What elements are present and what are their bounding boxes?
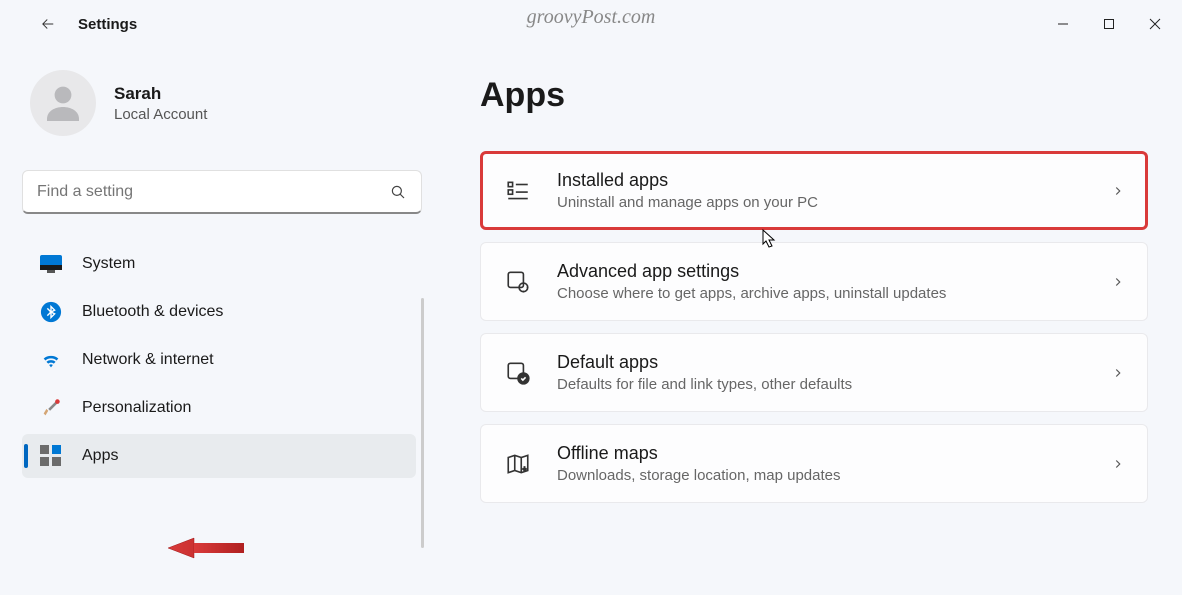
user-subtitle: Local Account — [114, 106, 207, 123]
minimize-icon — [1057, 18, 1069, 30]
back-button[interactable] — [28, 4, 68, 44]
sidebar-item-label: Bluetooth & devices — [82, 303, 223, 321]
sidebar-scrollbar[interactable] — [421, 298, 424, 548]
chevron-right-icon — [1111, 275, 1125, 289]
card-subtitle: Downloads, storage location, map updates — [557, 467, 1087, 484]
offline-maps-icon — [503, 449, 533, 479]
sidebar-item-bluetooth[interactable]: Bluetooth & devices — [22, 290, 416, 334]
watermark-text: groovyPost.com — [527, 6, 656, 29]
chevron-right-icon — [1111, 457, 1125, 471]
sidebar: Sarah Local Account System Bluetooth & d… — [0, 48, 430, 595]
advanced-settings-icon — [503, 267, 533, 297]
sidebar-item-apps[interactable]: Apps — [22, 434, 416, 478]
wifi-icon — [40, 349, 62, 371]
maximize-button[interactable] — [1086, 4, 1132, 44]
person-icon — [39, 79, 87, 127]
arrow-left-icon — [39, 15, 57, 33]
minimize-button[interactable] — [1040, 4, 1086, 44]
sidebar-item-system[interactable]: System — [22, 242, 416, 286]
apps-icon — [40, 445, 62, 467]
nav-list: System Bluetooth & devices Network & int… — [22, 242, 430, 478]
chevron-right-icon — [1111, 184, 1125, 198]
sidebar-item-label: Network & internet — [82, 351, 214, 369]
card-title: Offline maps — [557, 443, 1087, 464]
chevron-right-icon — [1111, 366, 1125, 380]
main-content: Apps Installed apps Uninstall and manage… — [430, 48, 1182, 595]
card-advanced-app-settings[interactable]: Advanced app settings Choose where to ge… — [480, 242, 1148, 321]
card-installed-apps[interactable]: Installed apps Uninstall and manage apps… — [480, 151, 1148, 230]
sidebar-item-label: Personalization — [82, 399, 191, 417]
maximize-icon — [1103, 18, 1115, 30]
card-default-apps[interactable]: Default apps Defaults for file and link … — [480, 333, 1148, 412]
system-icon — [40, 253, 62, 275]
search-box[interactable] — [22, 170, 422, 214]
sidebar-item-label: System — [82, 255, 135, 273]
sidebar-item-label: Apps — [82, 447, 118, 465]
bluetooth-icon — [40, 301, 62, 323]
default-apps-icon — [503, 358, 533, 388]
close-button[interactable] — [1132, 4, 1178, 44]
card-subtitle: Uninstall and manage apps on your PC — [557, 194, 1087, 211]
sidebar-item-personalization[interactable]: Personalization — [22, 386, 416, 430]
avatar — [30, 70, 96, 136]
user-account-block[interactable]: Sarah Local Account — [22, 58, 430, 156]
card-title: Advanced app settings — [557, 261, 1087, 282]
search-icon — [389, 183, 407, 201]
card-subtitle: Defaults for file and link types, other … — [557, 376, 1087, 393]
user-name: Sarah — [114, 84, 207, 104]
card-offline-maps[interactable]: Offline maps Downloads, storage location… — [480, 424, 1148, 503]
app-title: Settings — [78, 16, 137, 33]
page-title: Apps — [480, 76, 1148, 115]
search-input[interactable] — [37, 183, 389, 201]
card-subtitle: Choose where to get apps, archive apps, … — [557, 285, 1087, 302]
paintbrush-icon — [40, 397, 62, 419]
sidebar-item-network[interactable]: Network & internet — [22, 338, 416, 382]
card-title: Installed apps — [557, 170, 1087, 191]
card-title: Default apps — [557, 352, 1087, 373]
installed-apps-icon — [503, 176, 533, 206]
close-icon — [1149, 18, 1161, 30]
